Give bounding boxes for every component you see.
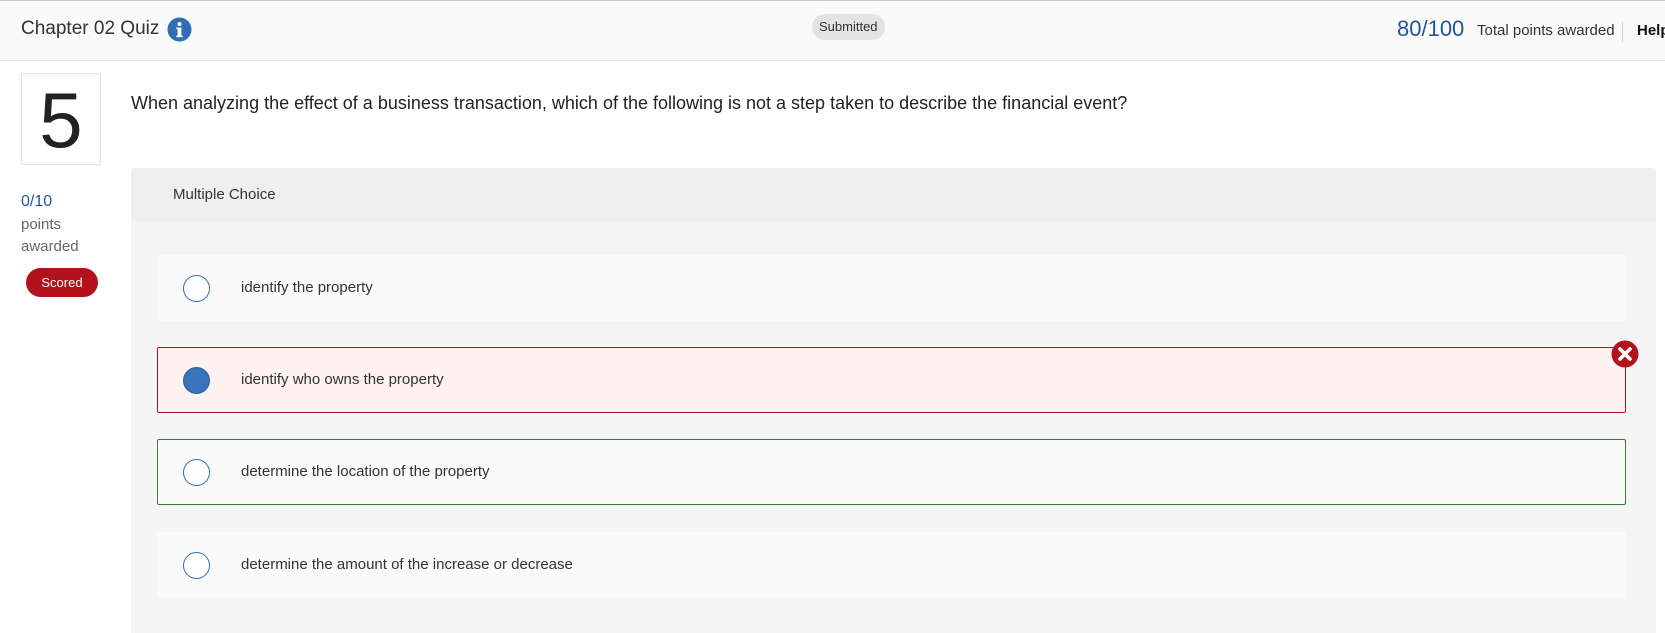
quiz-title: Chapter 02 Quiz — [21, 18, 160, 39]
points-awarded-label: awarded — [21, 238, 79, 255]
radio-button[interactable] — [183, 275, 210, 302]
answer-option-2-incorrect[interactable]: identify who owns the property — [157, 347, 1626, 413]
question-prompt: When analyzing the effect of a business … — [131, 93, 1128, 113]
answer-option-label: identify who owns the property — [241, 371, 444, 388]
incorrect-x-icon — [1611, 340, 1639, 368]
quiz-header: Chapter 02 Quiz Submitted 80/100 Total p… — [0, 0, 1665, 61]
total-score: 80/100 — [1397, 16, 1465, 41]
radio-button-selected[interactable] — [183, 367, 210, 394]
header-divider — [1622, 22, 1623, 42]
help-link[interactable]: Help — [1637, 22, 1665, 39]
submission-status-badge: Submitted — [812, 14, 885, 40]
answer-option-label: determine the location of the property — [241, 463, 490, 480]
radio-button[interactable] — [183, 459, 210, 486]
answer-panel: Multiple Choice identify the property id… — [131, 168, 1656, 633]
question-type-label: Multiple Choice — [173, 186, 276, 203]
points-unit-label: points — [21, 216, 62, 233]
question-number: 5 — [21, 73, 101, 165]
answer-option-label: identify the property — [241, 279, 373, 296]
answer-panel-header: Multiple Choice — [131, 168, 1656, 221]
answer-option-label: determine the amount of the increase or … — [241, 556, 573, 573]
info-icon[interactable] — [167, 17, 192, 42]
radio-button[interactable] — [183, 552, 210, 579]
total-score-label: Total points awarded — [1477, 22, 1615, 39]
answer-option-4[interactable]: determine the amount of the increase or … — [157, 532, 1626, 598]
scored-badge: Scored — [26, 268, 98, 297]
answer-option-3-correct[interactable]: determine the location of the property — [157, 439, 1626, 505]
question-points: 0/10 — [21, 193, 53, 210]
answer-option-1[interactable]: identify the property — [157, 255, 1626, 321]
